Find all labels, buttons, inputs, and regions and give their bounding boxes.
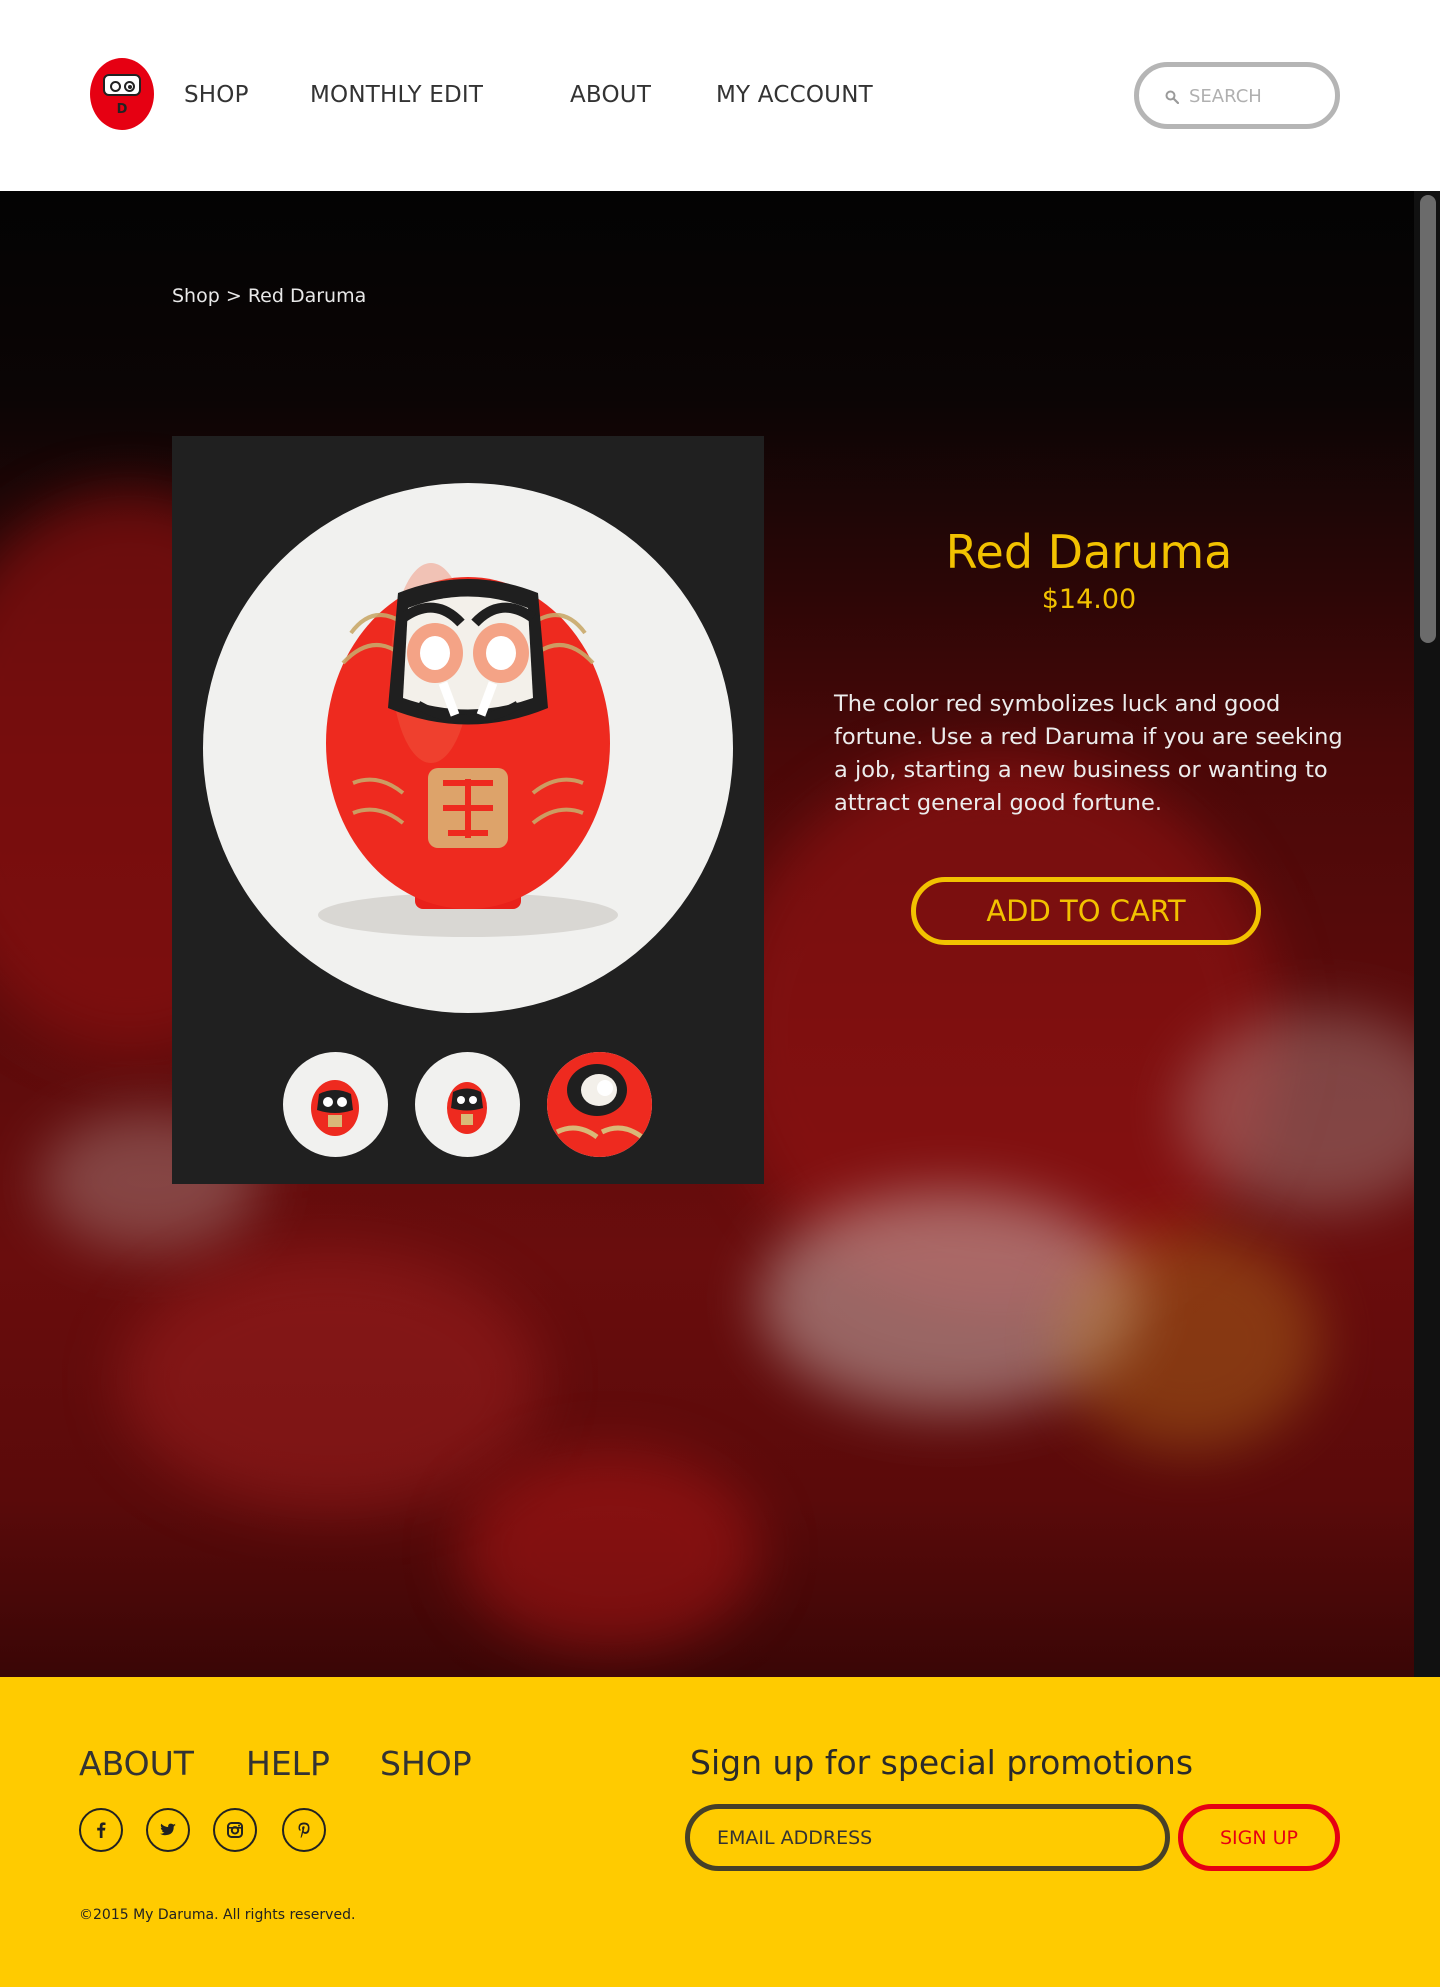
daruma-thumb-icon	[447, 1082, 487, 1134]
nav-monthly-edit[interactable]: MONTHLY EDIT	[310, 82, 483, 108]
thumbnail-2[interactable]	[415, 1052, 520, 1157]
daruma-thumb-icon	[311, 1080, 359, 1136]
daruma-logo[interactable]: D	[90, 58, 154, 130]
nav-shop[interactable]: SHOP	[184, 82, 249, 108]
nav-about[interactable]: ABOUT	[570, 82, 651, 108]
breadcrumb: Shop > Red Daruma	[172, 285, 366, 307]
product-description: The color red symbolizes luck and good f…	[834, 691, 1343, 816]
breadcrumb-shop-link[interactable]: Shop	[172, 285, 220, 307]
logo-eyes-icon	[103, 74, 141, 96]
footer-link-help[interactable]: HELP	[246, 1744, 330, 1783]
site-header: D SHOP MONTHLY EDIT ABOUT MY ACCOUNT	[0, 0, 1440, 191]
add-to-cart-button[interactable]: ADD TO CART	[911, 877, 1261, 945]
signup-heading: Sign up for special promotions	[690, 1743, 1194, 1782]
search-icon	[1165, 90, 1179, 104]
breadcrumb-separator: >	[225, 285, 242, 307]
email-field[interactable]	[685, 1804, 1170, 1871]
product-title: Red Daruma	[945, 525, 1233, 579]
search-input[interactable]	[1189, 81, 1319, 111]
daruma-closeup-thumb-icon	[547, 1052, 652, 1157]
breadcrumb-current: Red Daruma	[247, 285, 367, 307]
facebook-icon[interactable]	[79, 1808, 123, 1852]
logo-letter: D	[116, 102, 128, 117]
thumbnail-1[interactable]	[283, 1052, 388, 1157]
pinterest-icon[interactable]	[282, 1808, 326, 1852]
twitter-icon[interactable]	[146, 1808, 190, 1852]
copyright-text: ©2015 My Daruma. All rights reserved.	[79, 1907, 356, 1923]
signup-button[interactable]: SIGN UP	[1178, 1804, 1340, 1871]
product-gallery	[172, 436, 764, 1184]
site-footer: ABOUT HELP SHOP ©2015 My Daruma. All rig…	[0, 1677, 1440, 1987]
product-main-image	[203, 483, 733, 1013]
product-price: $14.00	[1041, 584, 1137, 615]
footer-link-about[interactable]: ABOUT	[79, 1744, 194, 1783]
red-daruma-image	[318, 563, 618, 937]
thumbnail-3[interactable]	[547, 1052, 652, 1157]
footer-link-shop[interactable]: SHOP	[380, 1744, 472, 1783]
nav-my-account[interactable]: MY ACCOUNT	[716, 82, 873, 108]
page-scrollbar[interactable]	[1414, 191, 1440, 1677]
search-box[interactable]	[1134, 62, 1340, 129]
instagram-icon[interactable]	[213, 1808, 257, 1852]
scrollbar-thumb[interactable]	[1420, 195, 1436, 643]
